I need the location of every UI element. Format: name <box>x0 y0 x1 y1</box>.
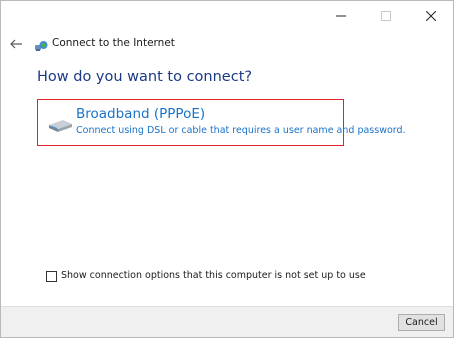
back-button[interactable] <box>9 37 23 49</box>
wizard-window: Connect to the Internet How do you want … <box>0 0 454 338</box>
cancel-button[interactable]: Cancel <box>398 314 445 331</box>
show-options-checkbox-row[interactable]: Show connection options that this comput… <box>46 269 366 283</box>
network-globe-icon <box>34 37 48 51</box>
caption-buttons <box>318 1 453 31</box>
option-description: Connect using DSL or cable that requires… <box>76 125 406 136</box>
footer-bar: Cancel <box>1 306 453 337</box>
page-heading: How do you want to connect? <box>37 69 253 85</box>
option-title: Broadband (PPPoE) <box>76 106 206 122</box>
option-broadband-pppoe[interactable]: Broadband (PPPoE) Connect using DSL or c… <box>37 99 406 146</box>
close-icon <box>425 11 436 21</box>
checkbox-label: Show connection options that this comput… <box>61 270 366 281</box>
maximize-button[interactable] <box>363 1 408 31</box>
window-title: Connect to the Internet <box>52 37 175 49</box>
broadband-modem-icon <box>47 116 73 134</box>
minimize-icon <box>335 11 346 21</box>
show-options-checkbox[interactable] <box>46 270 57 282</box>
close-button[interactable] <box>408 1 453 31</box>
minimize-button[interactable] <box>318 1 363 31</box>
back-arrow-icon <box>10 34 22 53</box>
maximize-icon <box>380 11 391 21</box>
